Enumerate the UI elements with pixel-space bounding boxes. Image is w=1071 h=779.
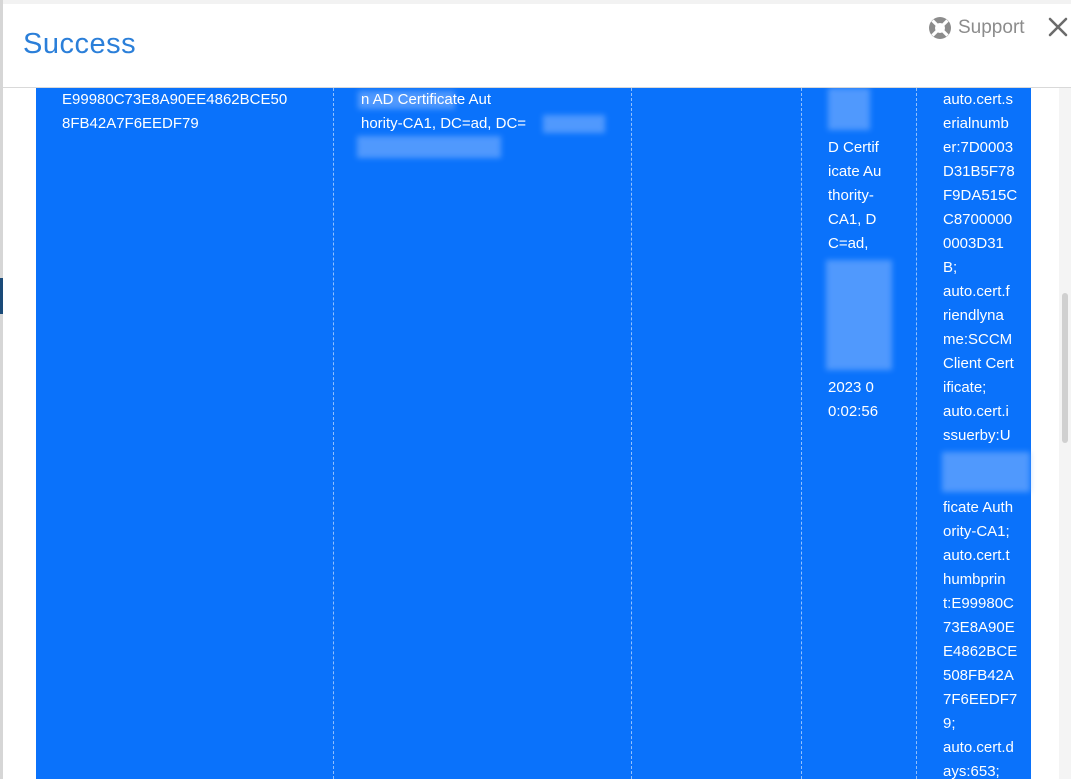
results-table-area: E99980C73E8A90EE4862BCE50 8FB42A7F6EEDF7…	[3, 88, 1071, 779]
redacted-text	[826, 260, 892, 370]
support-link[interactable]: Support	[928, 15, 1025, 41]
success-dialog: Success Support E99980C73E8A90EE4862BCE5…	[3, 4, 1071, 779]
redacted-text	[942, 452, 1030, 492]
issuer-cell: n AD Certificate Aut hority-CA1, DC=ad, …	[361, 91, 527, 132]
column-divider	[333, 88, 334, 779]
redacted-text	[828, 88, 870, 130]
dialog-header: Success Support	[3, 4, 1071, 88]
lifebuoy-icon	[929, 17, 951, 39]
close-icon	[1048, 17, 1068, 37]
thumbprint-cell: E99980C73E8A90EE4862BCE50 8FB42A7F6EEDF7…	[62, 91, 288, 132]
issued-date-cell: 2023 0 0:02:56	[828, 379, 879, 420]
selected-row-highlight	[36, 88, 1031, 779]
column-divider	[916, 88, 917, 779]
scrollbar-thumb[interactable]	[1062, 293, 1068, 443]
column-divider	[631, 88, 632, 779]
issuer-detail-cell: D Certif icate Au thority- CA1, D C=ad,	[828, 139, 882, 252]
support-label: Support	[958, 17, 1025, 38]
column-divider	[801, 88, 802, 779]
attributes-cell-continued: ficate Auth ority-CA1; auto.cert.t humbp…	[943, 499, 1018, 779]
redacted-text	[357, 136, 501, 158]
attributes-cell: auto.cert.s erialnumb er:7D0003 D31B5F78…	[943, 91, 1018, 444]
dialog-title: Success	[23, 28, 137, 60]
redacted-text	[543, 115, 605, 133]
close-button[interactable]	[1045, 14, 1071, 40]
